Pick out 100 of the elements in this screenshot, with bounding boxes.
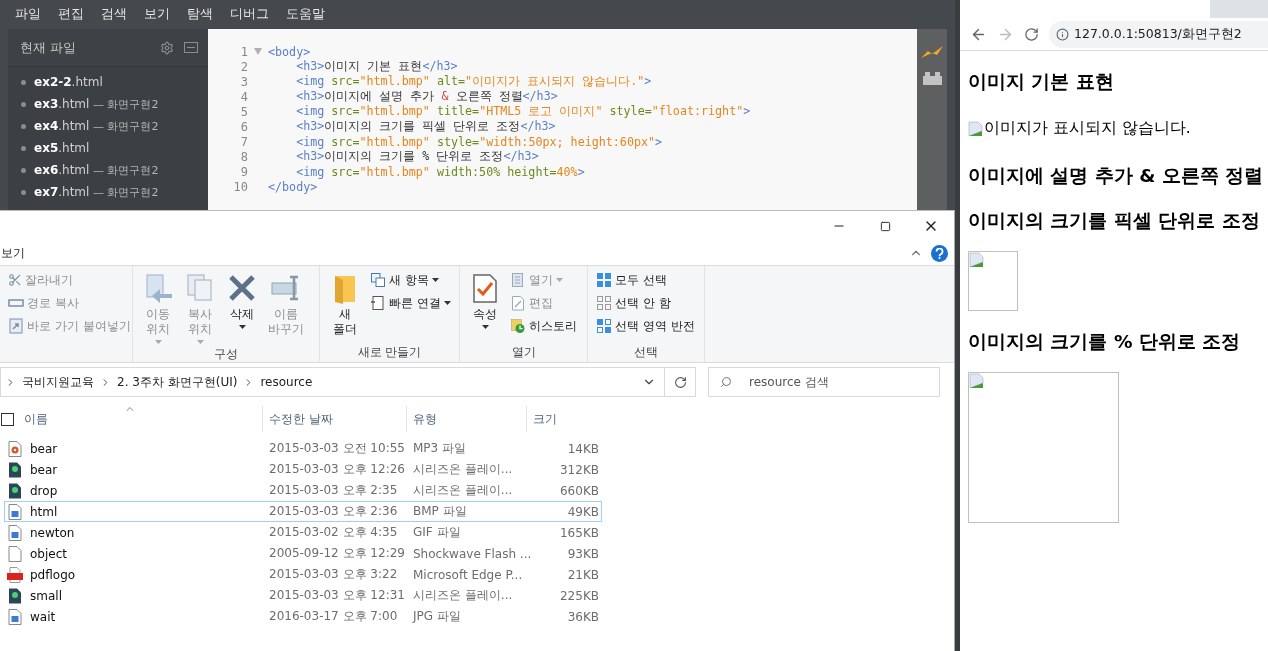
type-cell-text: BMP 파일 [412,503,468,520]
quick-link-icon [370,295,386,311]
ribbon-button[interactable]: 선택 영역 반전 [594,316,697,336]
file-item[interactable]: ex3.html — 화면구현2 [34,96,159,112]
group-label: 열기 [510,344,537,360]
refresh-button[interactable] [665,367,696,397]
history-icon [510,318,526,334]
date-cell-text: 2015-03-03 오후 2:35 [268,482,399,499]
file-name: bear [29,441,59,456]
broken-image-icon [968,120,984,137]
menu-item[interactable]: 편집 [58,6,84,23]
type-cell-text: Microsoft Edge P... [412,567,524,582]
line-number: 4 [239,89,248,104]
bullet-icon [21,189,26,195]
ribbon-tab[interactable]: 보기 [0,244,25,262]
scissors-icon [8,273,22,287]
size-cell-text: 21KB [566,567,599,582]
code-line: <h3>이미지의 크기를 % 단위로 조정</h3> [295,149,539,164]
menu-item[interactable]: 도움말 [286,6,325,23]
file-row[interactable]: bear 2015-03-03 오전 10:55 MP3 파일 14KB [4,438,602,459]
address-field[interactable]: 127.0.0.1:50813/화면구현2 [1049,20,1268,48]
menu-item[interactable]: 탐색 [187,6,213,23]
ribbon-button[interactable]: 새 폴더 [326,270,364,344]
column-header[interactable]: 크기 [526,406,606,432]
zigzag-icon[interactable] [921,46,943,58]
line-number: 3 [239,74,248,89]
broken-image-icon [969,373,985,389]
select-none-icon [596,295,612,311]
line-number: 5 [239,104,248,119]
image-file-icon [7,503,22,520]
brick-icon[interactable] [922,72,942,85]
select-all-checkbox[interactable] [1,412,14,426]
breadcrumb[interactable]: resource [260,375,313,389]
size-cell-text: 225KB [559,588,599,603]
broken-image-icon [969,252,985,268]
date-cell-text: 2015-03-03 오후 2:36 [268,503,399,520]
ribbon-button[interactable]: 빠른 연결 [368,293,453,313]
code-line: <body> [268,44,311,59]
ribbon-button[interactable]: 모두 선택 [594,270,697,290]
file-row[interactable]: drop 2015-03-03 오후 2:35 시리즈온 플레이... 660KB [4,480,602,501]
sidebar-title: 현재 파일 [20,38,78,57]
menu-item[interactable]: 파일 [15,6,41,23]
menu-item[interactable]: 검색 [101,6,127,23]
code-line: <img src="html.bmp" style="width:50px; height:60px"> [295,134,663,149]
search-field[interactable]: resource 검색 [708,367,940,397]
ribbon-button[interactable]: 선택 안 함 [594,293,697,313]
bullet-icon [21,79,26,85]
new-item-icon [370,272,386,288]
ribbon-button[interactable]: 새 항목 [368,270,453,290]
fold-icon[interactable] [254,48,262,55]
bullet-icon [21,167,26,173]
size-cell-text: 93KB [566,546,599,561]
invert-selection-icon [596,318,612,334]
file-row[interactable]: pdflogo 2015-03-03 오후 3:22 Microsoft Edge P... 21KB [4,564,602,585]
line-number: 8 [239,149,248,164]
page-heading: 이미지의 크기를 픽셀 단위로 조정 [968,209,1260,233]
size-cell-text: 36KB [566,609,599,624]
ribbon-button[interactable]: 삭제 [223,270,261,346]
ribbon-button[interactable]: 속성 [466,270,504,344]
date-cell-text: 2015-03-03 오전 10:55 [268,440,406,457]
type-cell-text: 시리즈온 플레이... [412,482,514,499]
file-item[interactable]: ex7.html — 화면구현2 [34,184,159,200]
menu-item[interactable]: 디버그 [230,6,269,23]
video-file-icon [7,461,22,478]
group-label: 선택 [633,344,659,360]
file-name: object [29,546,68,561]
type-cell-text: GIF 파일 [412,524,462,541]
line-number: 1 [239,44,248,59]
settings-icon[interactable] [160,40,174,55]
breadcrumb[interactable]: 국비지원교육 [22,373,94,391]
date-cell-text: 2005-09-12 오후 12:29 [268,545,406,562]
group-label: 구성 [213,346,239,362]
file-row[interactable]: html 2015-03-03 오후 2:36 BMP 파일 49KB [4,501,602,522]
file-item[interactable]: ex2-2.html [34,75,103,89]
search-icon [720,376,732,388]
file-row[interactable]: object 2005-09-12 오후 12:29 Shockwave Flash ... 93KB [4,543,602,564]
breadcrumb[interactable]: 2. 3주차 화면구현(UI) [117,373,238,391]
column-header[interactable]: 유형 [406,406,526,432]
file-row[interactable]: wait 2016-03-17 오후 7:00 JPG 파일 36KB [4,606,602,627]
line-number: 2 [239,59,248,74]
ribbon-button[interactable]: 히스토리 [508,316,579,336]
file-name: drop [29,483,59,498]
file-row[interactable]: small 2015-03-03 오후 12:31 시리즈온 플레이... 225KB [4,585,602,606]
menu-item[interactable]: 보기 [144,6,170,23]
date-cell-text: 2015-03-03 오후 12:26 [268,461,406,478]
size-cell-text: 49KB [566,504,599,519]
column-header[interactable]: 이름 [18,406,262,432]
line-number: 9 [239,164,248,179]
address-bar[interactable]: 국비지원교육 2. 3주차 화면구현(UI) resource [0,367,666,397]
file-item[interactable]: ex5.html [34,141,90,155]
line-number: 10 [232,179,248,194]
file-name: html [29,504,59,519]
file-item[interactable]: ex6.html — 화면구현2 [34,162,159,178]
file-row[interactable]: newton 2015-03-02 오후 4:35 GIF 파일 165KB [4,522,602,543]
column-header[interactable]: 수정한 날짜 [262,406,406,432]
file-row[interactable]: bear 2015-03-03 오후 12:26 시리즈온 플레이... 312KB [4,459,602,480]
reload-button[interactable] [1024,26,1039,42]
file-item[interactable]: ex4.html — 화면구현2 [34,118,159,134]
split-icon[interactable] [184,42,198,53]
help-icon[interactable] [931,244,948,262]
